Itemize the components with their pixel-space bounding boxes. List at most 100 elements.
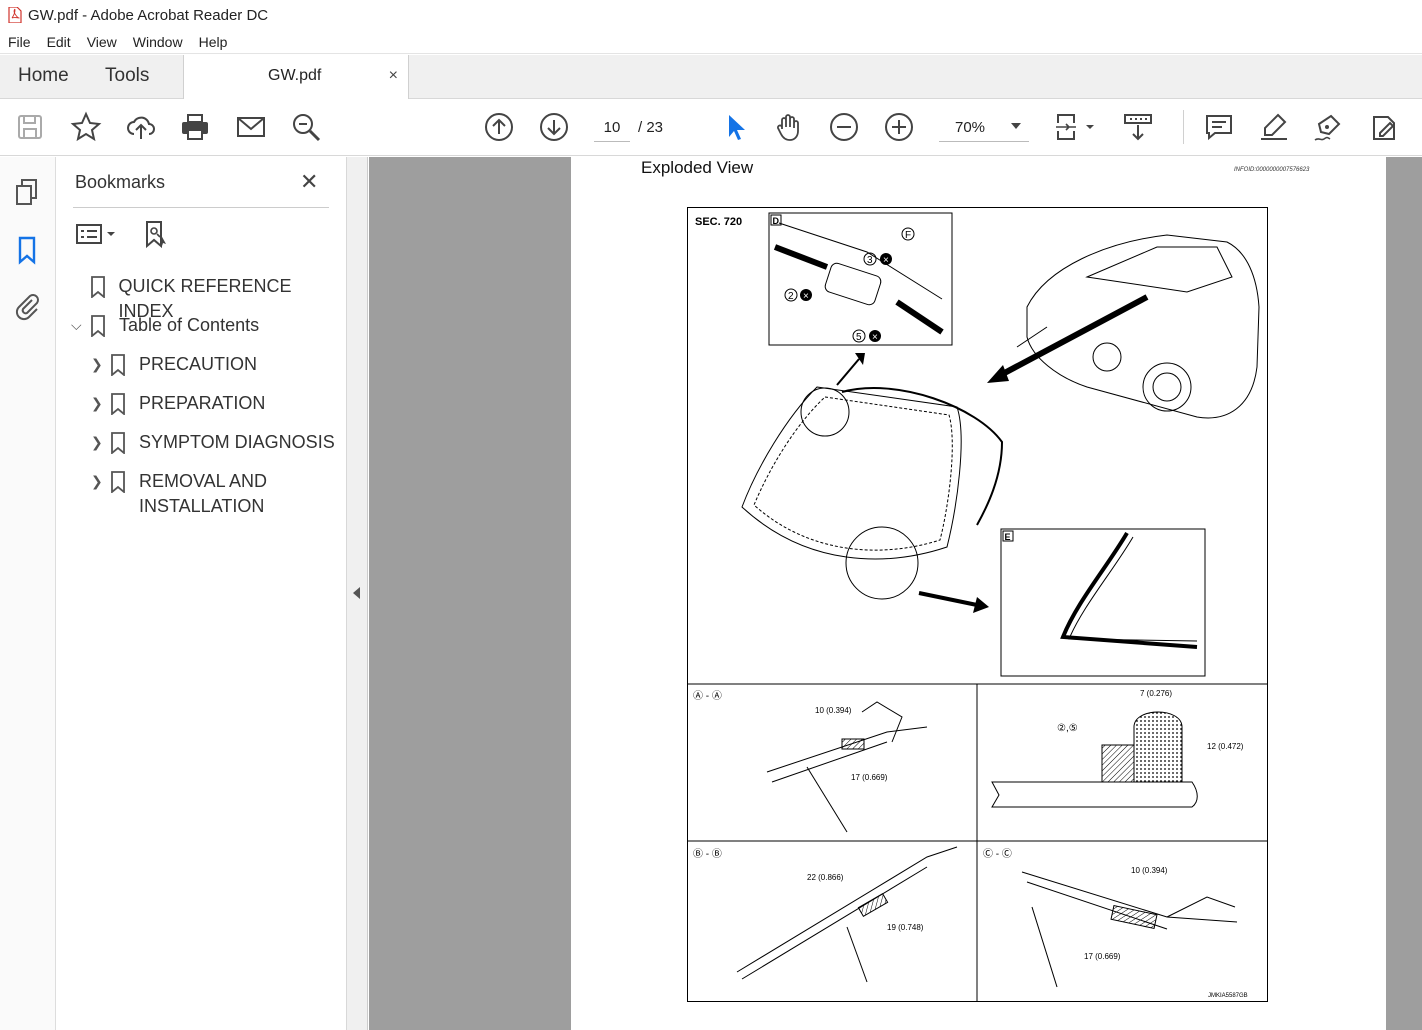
scroll-mode-icon[interactable]: [1122, 111, 1154, 143]
window-title: GW.pdf - Adobe Acrobat Reader DC: [28, 6, 269, 24]
page-thumbnails-icon[interactable]: [12, 177, 42, 207]
bookmark-flag-icon: [111, 354, 125, 376]
fit-page-icon[interactable]: [1054, 111, 1098, 143]
close-icon[interactable]: ✕: [300, 169, 318, 195]
page-total: / 23: [638, 119, 664, 136]
title-bar: GW.pdf - Adobe Acrobat Reader DC: [0, 0, 1422, 30]
dim-bb-2: 19 (0.748): [887, 923, 924, 932]
star-icon[interactable]: [70, 111, 102, 143]
zoom-in-icon[interactable]: [883, 111, 915, 143]
menu-bar: File Edit View Window Help: [0, 30, 1422, 54]
menu-help[interactable]: Help: [191, 34, 236, 50]
bookmark-precaution[interactable]: ❯ PRECAUTION: [91, 352, 257, 377]
bookmark-symptom-diagnosis[interactable]: ❯ SYMPTOM DIAGNOSIS: [91, 430, 335, 455]
svg-text:×: ×: [872, 332, 878, 343]
tab-bar: Home Tools GW.pdf ×: [0, 55, 1422, 99]
bookmark-preparation[interactable]: ❯ PREPARATION: [91, 391, 265, 416]
svg-text:2: 2: [788, 291, 794, 302]
bookmark-label: REMOVAL AND INSTALLATION: [139, 469, 267, 519]
document-viewport[interactable]: Exploded View INFOID:0000000007576623 SE…: [369, 157, 1422, 1030]
previous-page-icon[interactable]: [483, 111, 515, 143]
svg-text:5: 5: [856, 332, 862, 343]
menu-file[interactable]: File: [0, 34, 39, 50]
select-arrow-icon[interactable]: [718, 111, 750, 143]
bookmark-label: SYMPTOM DIAGNOSIS: [139, 432, 335, 452]
dim-cc-1: 10 (0.394): [1131, 866, 1168, 875]
section-cc-label: Ⓒ - Ⓒ: [983, 848, 1012, 860]
panel-splitter[interactable]: [346, 157, 368, 1030]
info-id: INFOID:0000000007576623: [1234, 167, 1310, 173]
menu-window[interactable]: Window: [125, 34, 191, 50]
chevron-right-icon[interactable]: ❯: [91, 469, 111, 494]
svg-text:×: ×: [803, 291, 809, 302]
bead-parts-label: ②,⑤: [1057, 723, 1078, 734]
bookmark-label: PREPARATION: [139, 393, 266, 413]
tab-tools[interactable]: Tools: [105, 65, 149, 87]
page-heading: Exploded View: [641, 158, 754, 177]
section-label: SEC. 720: [695, 216, 742, 228]
exploded-view-diagram: SEC. 720 D 2 × 3 × F 5 × E Ⓐ - Ⓐ 10 (0.3…: [687, 207, 1268, 1002]
chevron-down-icon[interactable]: ⌵: [71, 313, 91, 338]
section-aa-label: Ⓐ - Ⓐ: [693, 690, 722, 702]
zoom-value: 70%: [955, 119, 986, 136]
cloud-upload-icon[interactable]: [125, 111, 157, 143]
edit-pdf-icon[interactable]: [1368, 111, 1400, 143]
zoom-out-icon[interactable]: [828, 111, 860, 143]
bookmark-flag-icon: [91, 315, 105, 337]
figure-id: JMKIA5587GB: [1208, 993, 1248, 999]
print-icon[interactable]: [179, 111, 211, 143]
section-bb-label: Ⓑ - Ⓑ: [693, 848, 722, 860]
dim-cc-2: 17 (0.669): [1084, 952, 1121, 961]
attachment-icon[interactable]: [12, 291, 42, 321]
chevron-right-icon[interactable]: ❯: [91, 391, 111, 416]
hand-icon[interactable]: [773, 111, 805, 143]
dim-bead-width: 7 (0.276): [1140, 689, 1172, 698]
tab-document[interactable]: GW.pdf ×: [183, 55, 409, 99]
save-icon[interactable]: [14, 111, 46, 143]
chevron-right-icon[interactable]: ❯: [91, 430, 111, 455]
bookmark-label-line1: REMOVAL AND: [139, 471, 268, 491]
bookmark-flag-icon: [111, 393, 125, 415]
bookmark-removal-installation[interactable]: ❯ REMOVAL AND INSTALLATION: [91, 469, 267, 519]
bookmarks-panel: Bookmarks ✕ QUICK REFERENCE INDEX ⌵ Tabl…: [57, 157, 346, 1030]
detail-d-label: D: [773, 216, 780, 226]
panel-divider: [73, 207, 329, 208]
dim-bb-1: 22 (0.866): [807, 873, 844, 882]
bookmark-label: Table of Contents: [119, 315, 260, 335]
bookmarks-title: Bookmarks: [75, 172, 166, 192]
highlight-pen-icon[interactable]: [1258, 111, 1290, 143]
chevron-down-icon: [1011, 123, 1021, 129]
dim-aa-1: 10 (0.394): [815, 706, 852, 715]
menu-view[interactable]: View: [79, 34, 125, 50]
find-icon[interactable]: [290, 111, 322, 143]
tab-home[interactable]: Home: [18, 65, 69, 87]
svg-text:×: ×: [883, 255, 889, 266]
close-tab-icon[interactable]: ×: [389, 67, 398, 85]
toolbar-separator: [1183, 110, 1184, 144]
bookmark-tools: [75, 219, 171, 249]
page-number-input[interactable]: 10: [594, 114, 630, 142]
bookmark-flag-icon: [90, 276, 105, 298]
tab-document-label: GW.pdf: [268, 67, 322, 84]
email-icon[interactable]: [235, 111, 267, 143]
dim-bead-height: 12 (0.472): [1207, 742, 1244, 751]
chevron-right-icon[interactable]: ❯: [91, 352, 111, 377]
bookmark-icon[interactable]: [12, 235, 42, 265]
bookmark-table-of-contents[interactable]: ⌵ Table of Contents: [71, 313, 259, 338]
sign-icon[interactable]: [1313, 111, 1345, 143]
svg-text:3: 3: [867, 255, 873, 266]
bookmark-flag-icon: [111, 432, 125, 454]
collapse-panel-icon[interactable]: [353, 587, 360, 599]
pdf-page: Exploded View INFOID:0000000007576623 SE…: [571, 157, 1386, 1030]
pdf-file-icon: [8, 7, 22, 23]
bookmark-flag-icon: [111, 471, 125, 493]
next-page-icon[interactable]: [538, 111, 570, 143]
menu-edit[interactable]: Edit: [39, 34, 79, 50]
comment-icon[interactable]: [1203, 111, 1235, 143]
svg-text:F: F: [905, 230, 911, 241]
dim-aa-2: 17 (0.669): [851, 773, 888, 782]
bookmark-options-icon[interactable]: [75, 219, 119, 249]
new-bookmark-icon[interactable]: [141, 219, 171, 249]
zoom-dropdown[interactable]: 70%: [939, 114, 1029, 142]
bookmark-label: PRECAUTION: [139, 354, 258, 374]
